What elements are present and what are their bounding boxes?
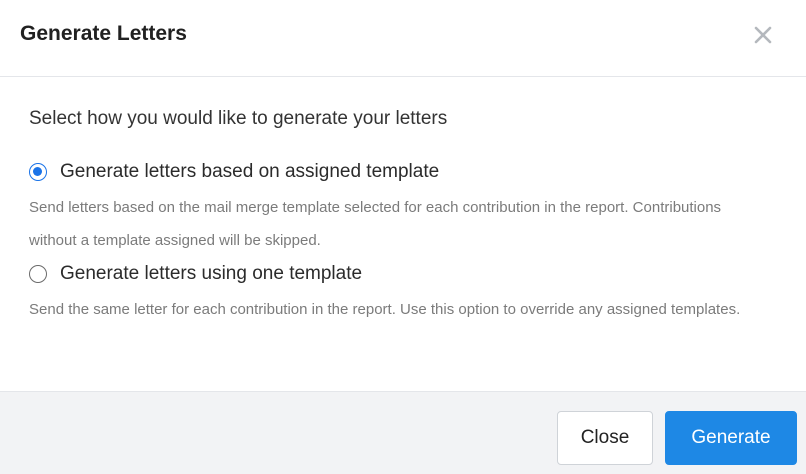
radio-label-assigned-template[interactable]: Generate letters based on assigned templ… bbox=[60, 160, 439, 184]
generate-letters-dialog: Generate Letters Select how you would li… bbox=[0, 0, 806, 474]
radio-row-one-template[interactable]: Generate letters using one template bbox=[29, 260, 789, 288]
dialog-header: Generate Letters bbox=[0, 0, 806, 77]
prompt-text: Select how you would like to generate yo… bbox=[29, 108, 448, 129]
option-description-assigned-template: Send letters based on the mail merge tem… bbox=[29, 199, 722, 249]
dialog-body: Select how you would like to generate yo… bbox=[0, 78, 806, 391]
close-button[interactable]: Close bbox=[557, 411, 653, 465]
close-icon[interactable] bbox=[748, 20, 778, 50]
option-assigned-template: Generate letters based on assigned templ… bbox=[29, 158, 789, 257]
option-one-template: Generate letters using one template Send… bbox=[29, 260, 789, 326]
dialog-footer: Close Generate bbox=[0, 391, 806, 474]
radio-assigned-template[interactable] bbox=[29, 163, 47, 181]
option-description-one-template: Send the same letter for each contributi… bbox=[29, 301, 741, 318]
radio-one-template[interactable] bbox=[29, 265, 47, 283]
radio-label-one-template[interactable]: Generate letters using one template bbox=[60, 262, 362, 286]
dialog-title: Generate Letters bbox=[20, 22, 187, 45]
generate-button[interactable]: Generate bbox=[665, 411, 797, 465]
radio-row-assigned-template[interactable]: Generate letters based on assigned templ… bbox=[29, 158, 789, 186]
